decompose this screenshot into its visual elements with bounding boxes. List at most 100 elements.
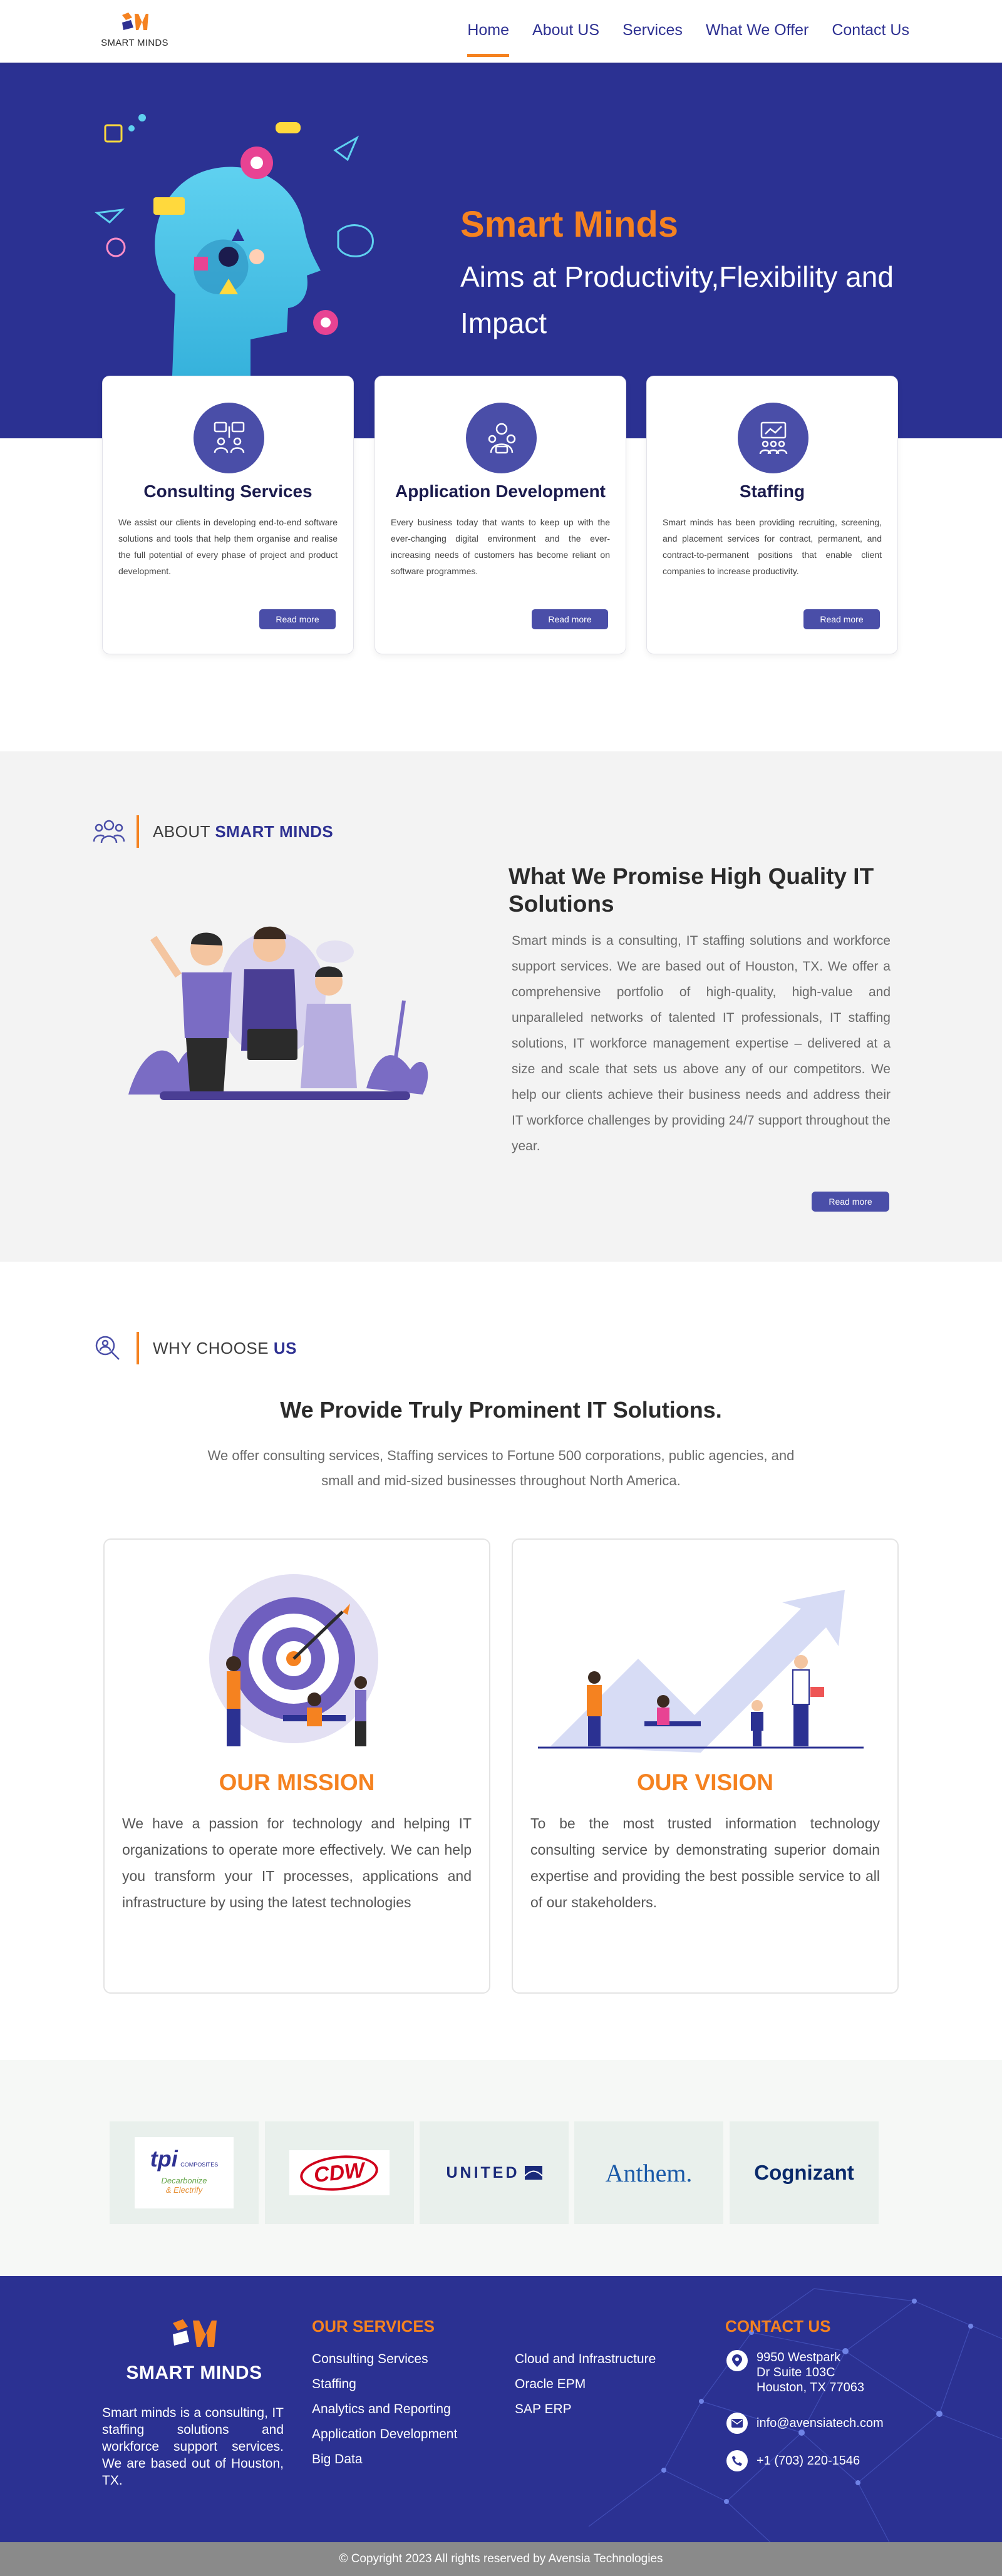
nav-contact-us[interactable]: Contact Us <box>832 21 909 39</box>
address-line-2: Dr Suite 103C <box>757 2366 835 2379</box>
cdw-logo: CDW <box>289 2150 390 2195</box>
email-text: info@avensiatech.com <box>757 2416 884 2430</box>
team-illustration <box>128 926 428 1100</box>
tag-prefix: WHY CHOOSE <box>153 1338 269 1358</box>
mission-title: OUR MISSION <box>219 1770 375 1795</box>
mission-text: We have a passion for technology and hel… <box>122 1815 472 1910</box>
footer-services-heading: OUR SERVICES <box>312 2317 435 2336</box>
footer-service-link[interactable]: Consulting Services <box>312 2347 457 2372</box>
about-section-tag: ABOUT SMART MINDS <box>93 815 333 848</box>
why-heading: We Provide Truly Prominent IT Solutions. <box>280 1397 722 1423</box>
tpi-subwordmark: COMPOSITES <box>180 2161 219 2168</box>
service-description: Smart minds has been providing recruitin… <box>663 517 882 576</box>
service-icon-badge <box>466 403 537 473</box>
footer-about: Smart minds is a consulting, IT staffing… <box>102 2406 284 2488</box>
client-logo-tpi: tpi COMPOSITES Decarbonize & Electrify <box>110 2121 259 2224</box>
footer-service-link[interactable]: Application Development <box>312 2422 457 2447</box>
presentation-team-icon <box>759 421 788 455</box>
footer-email[interactable]: info@avensiatech.com <box>726 2413 884 2434</box>
tag-prefix: ABOUT <box>153 822 210 841</box>
tpi-wordmark: tpi <box>150 2146 178 2172</box>
footer-services-list-2: Cloud and Infrastructure Oracle EPM SAP … <box>515 2347 656 2422</box>
about-body: Smart minds is a consulting, IT staffing… <box>512 934 891 1153</box>
read-more-button[interactable]: Read more <box>532 609 608 629</box>
globe-icon <box>524 2166 542 2180</box>
tpi-tagline-2: & Electrify <box>165 2185 203 2195</box>
smart-minds-logo-icon <box>122 13 148 30</box>
nav-home[interactable]: Home <box>467 21 509 57</box>
mail-icon <box>726 2413 748 2434</box>
why-section-tag: WHY CHOOSE US <box>93 1332 297 1364</box>
read-more-button[interactable]: Read more <box>259 609 336 629</box>
target-team-illustration <box>209 1574 378 1746</box>
phone-icon <box>726 2450 748 2471</box>
tpi-logo: tpi COMPOSITES Decarbonize & Electrify <box>135 2137 234 2208</box>
hero-subtitle: Aims at Productivity,Flexibility and Imp… <box>460 260 894 339</box>
people-network-icon <box>214 421 245 453</box>
smart-minds-logo-icon <box>173 2319 217 2347</box>
service-title: Consulting Services <box>143 482 312 501</box>
cdw-ellipse: CDW <box>298 2151 381 2194</box>
search-person-icon <box>95 1336 120 1360</box>
why-body: We offer consulting services, Staffing s… <box>207 1448 795 1488</box>
tag-divider <box>137 815 139 848</box>
service-icon-badge <box>738 403 808 473</box>
footer-phone[interactable]: +1 (703) 220-1546 <box>726 2450 860 2471</box>
service-card-staffing: Staffing Smart minds has been providing … <box>646 376 898 654</box>
site-logo[interactable]: SMART MINDS <box>94 11 175 51</box>
footer-service-link[interactable]: SAP ERP <box>515 2397 656 2422</box>
service-card-consulting: Consulting Services We assist our client… <box>102 376 354 654</box>
service-description: Every business today that wants to keep … <box>391 517 610 576</box>
tag-divider <box>137 1332 139 1364</box>
cognizant-wordmark: Cognizant <box>754 2161 854 2184</box>
service-title: Staffing <box>739 482 805 501</box>
phone-text: +1 (703) 220-1546 <box>757 2454 860 2468</box>
united-wordmark: UNITED <box>446 2163 520 2182</box>
footer-contact-heading: CONTACT US <box>725 2317 831 2336</box>
service-title: Application Development <box>395 482 606 501</box>
read-more-button[interactable]: Read more <box>803 609 880 629</box>
footer-service-link[interactable]: Cloud and Infrastructure <box>515 2347 656 2372</box>
growth-chart-illustration <box>538 1590 864 1753</box>
about-heading: What We Promise High Quality IT Solution… <box>509 863 874 917</box>
client-logo-cognizant: Cognizant <box>730 2121 879 2224</box>
footer-logo[interactable]: SMART MINDS <box>119 2317 269 2384</box>
location-pin-icon <box>726 2350 748 2371</box>
about-section: ABOUT SMART MINDS What We Promise High Q… <box>0 751 1002 1262</box>
why-choose-section: WHY CHOOSE US We Provide Truly Prominent… <box>0 1262 1002 2060</box>
footer-service-link[interactable]: Big Data <box>312 2447 457 2472</box>
footer-service-link[interactable]: Analytics and Reporting <box>312 2397 457 2422</box>
mission-card: OUR MISSION We have a passion for techno… <box>103 1538 490 1994</box>
tpi-tagline-1: Decarbonize <box>161 2176 207 2185</box>
vision-card: OUR VISION To be the most trusted inform… <box>512 1538 899 1994</box>
footer-brand: SMART MINDS <box>126 2362 262 2383</box>
client-logo-anthem: Anthem. <box>574 2121 723 2224</box>
address-line-1: 9950 Westpark <box>757 2351 841 2364</box>
address-line-3: Houston, TX 77063 <box>757 2381 864 2394</box>
logo-wordmark: SMART MINDS <box>101 38 168 48</box>
vision-text: To be the most trusted information techn… <box>530 1815 880 1910</box>
cdw-wordmark: CDW <box>312 2158 366 2187</box>
about-tag-label: ABOUT SMART MINDS <box>153 822 333 842</box>
clients-strip: tpi COMPOSITES Decarbonize & Electrify C… <box>0 2060 1002 2276</box>
site-footer: SMART MINDS Smart minds is a consulting,… <box>0 2276 1002 2542</box>
service-card-application-development: Application Development Every business t… <box>374 376 626 654</box>
footer-address: 9950 Westpark Dr Suite 103C Houston, TX … <box>726 2350 864 2395</box>
footer-service-link[interactable]: Staffing <box>312 2372 457 2397</box>
nav-services[interactable]: Services <box>622 21 683 39</box>
top-navigation: SMART MINDS Home About US Services What … <box>0 0 1002 63</box>
anthem-wordmark: Anthem. <box>605 2158 693 2187</box>
nav-about-us[interactable]: About US <box>532 21 599 39</box>
service-description: We assist our clients in developing end-… <box>118 517 338 576</box>
main-menu: Home About US Services What We Offer Con… <box>467 21 909 57</box>
about-read-more-button[interactable]: Read more <box>812 1192 889 1212</box>
footer-service-link[interactable]: Oracle EPM <box>515 2372 656 2397</box>
tag-highlight: US <box>273 1338 297 1358</box>
nav-what-we-offer[interactable]: What We Offer <box>706 21 808 39</box>
hero-title: Smart Minds <box>460 204 679 245</box>
hero-head-illustration <box>95 114 374 376</box>
why-tag-label: WHY CHOOSE US <box>153 1339 297 1358</box>
developer-gear-icon <box>488 423 516 454</box>
client-logo-cdw: CDW <box>265 2121 414 2224</box>
client-logo-united: UNITED <box>420 2121 569 2224</box>
